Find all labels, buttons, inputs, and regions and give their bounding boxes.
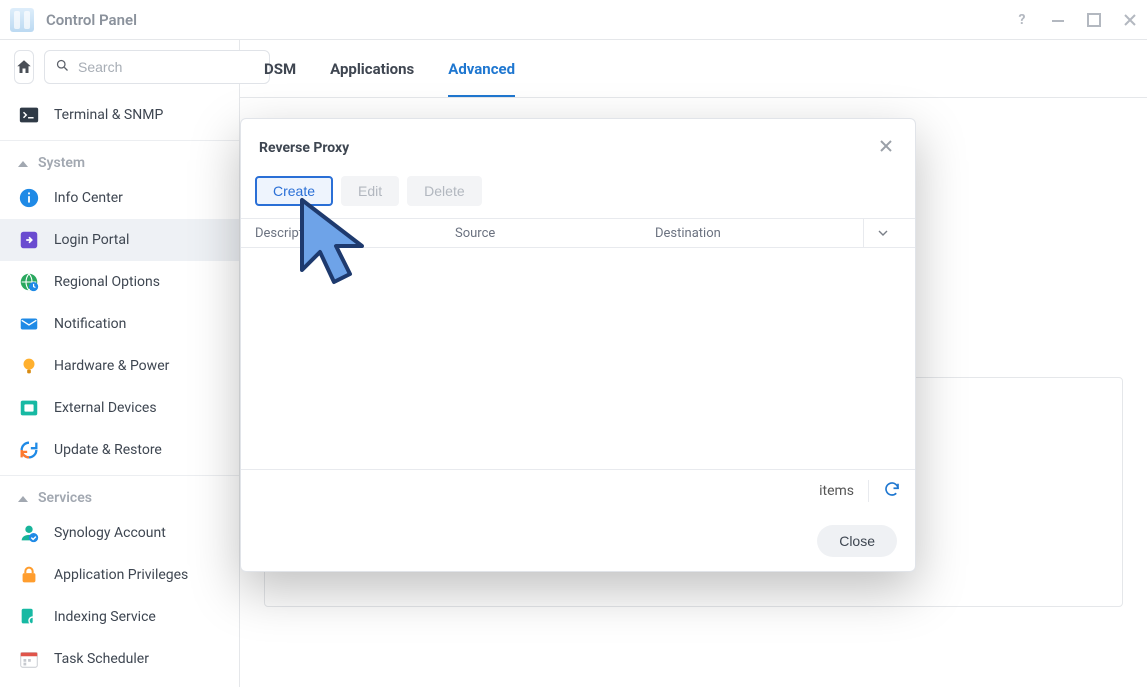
search-input[interactable] <box>78 59 259 75</box>
globe-icon <box>18 271 40 293</box>
create-button[interactable]: Create <box>255 176 333 206</box>
column-header-description[interactable]: Description <box>255 226 455 241</box>
tab-applications[interactable]: Applications <box>330 60 414 78</box>
delete-button[interactable]: Delete <box>407 176 481 206</box>
table-body-empty <box>241 248 915 469</box>
info-icon <box>18 187 40 209</box>
section-label: System <box>38 155 85 171</box>
divider <box>868 480 869 502</box>
sidebar-item-hardware-power[interactable]: Hardware & Power <box>0 345 239 387</box>
search-icon <box>55 58 70 77</box>
close-button[interactable]: Close <box>817 525 897 557</box>
indexing-icon <box>18 606 40 628</box>
sidebar-item-label: Update & Restore <box>54 442 162 458</box>
table-header: Description Source Destination <box>241 218 915 248</box>
help-icon[interactable]: ? <box>1013 11 1031 29</box>
close-icon[interactable] <box>1121 11 1139 29</box>
column-header-source[interactable]: Source <box>455 226 655 241</box>
sidebar-item-update-restore[interactable]: Update & Restore <box>0 429 239 471</box>
sidebar-item-label: Regional Options <box>54 274 160 290</box>
tab-dsm[interactable]: DSM <box>264 60 296 78</box>
sidebar-item-label: Task Scheduler <box>54 651 149 667</box>
calendar-icon <box>18 648 40 670</box>
section-label: Services <box>38 490 92 506</box>
sidebar-item-label: Application Privileges <box>54 567 188 583</box>
sidebar-item-label: Indexing Service <box>54 609 156 625</box>
modal-close-icon[interactable] <box>875 133 897 162</box>
sidebar-item-regional-options[interactable]: Regional Options <box>0 261 239 303</box>
sidebar-item-application-privileges[interactable]: Application Privileges <box>0 554 239 596</box>
terminal-icon <box>18 104 40 126</box>
svg-text:?: ? <box>1019 12 1026 28</box>
home-button[interactable] <box>14 50 34 84</box>
update-restore-icon <box>18 439 40 461</box>
maximize-icon[interactable] <box>1085 11 1103 29</box>
sidebar-item-indexing-service[interactable]: Indexing Service <box>0 596 239 638</box>
sidebar-item-label: Terminal & SNMP <box>54 107 163 123</box>
app-icon <box>10 8 34 32</box>
window-title: Control Panel <box>46 11 137 29</box>
sidebar-item-external-devices[interactable]: External Devices <box>0 387 239 429</box>
edit-button[interactable]: Edit <box>341 176 399 206</box>
sidebar-item-terminal-snmp[interactable]: Terminal & SNMP <box>0 94 239 136</box>
external-devices-icon <box>18 397 40 419</box>
tab-advanced[interactable]: Advanced <box>448 60 515 78</box>
sidebar-item-login-portal[interactable]: Login Portal <box>0 219 239 261</box>
sidebar-item-label: Login Portal <box>54 232 129 248</box>
sidebar-item-label: Notification <box>54 316 126 332</box>
items-count-label: items <box>819 483 854 499</box>
modal-title: Reverse Proxy <box>259 140 349 156</box>
sidebar-item-synology-account[interactable]: Synology Account <box>0 512 239 554</box>
section-header-services[interactable]: Services <box>0 476 239 512</box>
account-icon <box>18 522 40 544</box>
sidebar: Terminal & SNMP System Info Center Login… <box>0 40 240 687</box>
login-portal-icon <box>18 229 40 251</box>
refresh-icon[interactable] <box>883 480 901 502</box>
column-header-destination[interactable]: Destination <box>655 226 863 241</box>
chevron-up-icon <box>18 490 28 506</box>
sidebar-item-label: External Devices <box>54 400 157 416</box>
sidebar-item-label: Synology Account <box>54 525 166 541</box>
sidebar-item-label: Hardware & Power <box>54 358 169 374</box>
sidebar-item-label: Info Center <box>54 190 123 206</box>
window-controls: ? <box>1013 11 1139 29</box>
reverse-proxy-modal: Reverse Proxy Create Edit Delete Descrip… <box>240 118 916 572</box>
chevron-up-icon <box>18 155 28 171</box>
sidebar-item-task-scheduler[interactable]: Task Scheduler <box>0 638 239 680</box>
lock-icon <box>18 564 40 586</box>
tabs: DSM Applications Advanced <box>240 40 1147 98</box>
search-box[interactable] <box>44 50 270 84</box>
minimize-icon[interactable] <box>1049 11 1067 29</box>
sidebar-item-info-center[interactable]: Info Center <box>0 177 239 219</box>
section-header-system[interactable]: System <box>0 141 239 177</box>
titlebar: Control Panel ? <box>0 0 1147 40</box>
sidebar-item-notification[interactable]: Notification <box>0 303 239 345</box>
notification-icon <box>18 313 40 335</box>
bulb-icon <box>18 355 40 377</box>
column-menu-icon[interactable] <box>863 219 901 247</box>
